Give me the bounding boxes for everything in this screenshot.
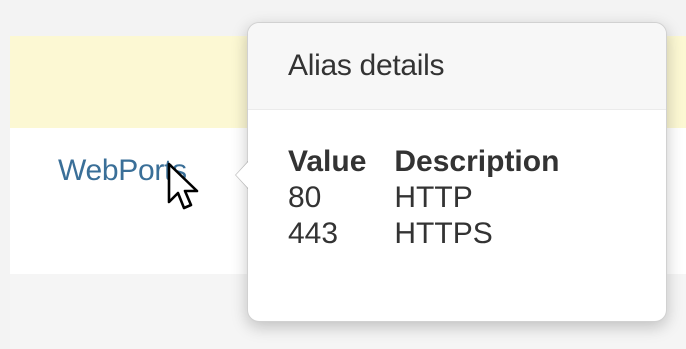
column-header-description: Description [394,145,560,178]
column-header-value: Value [288,145,367,178]
table-header-row: Value Description [288,144,559,180]
cell-value: 80 [288,181,322,214]
table-row: 443 HTTPS [288,216,559,252]
alias-details-table: Value Description 80 HTTP 443 HTTPS [288,144,559,252]
cell-description: HTTP [394,181,473,214]
alias-link[interactable]: WebPorts [58,154,187,188]
cell-description: HTTPS [394,217,493,250]
popover-title: Alias details [248,23,666,110]
alias-details-popover: Alias details Value Description 80 HTTP … [235,22,667,322]
popover-arrow [235,161,248,189]
table-row: 80 HTTP [288,180,559,216]
cell-value: 443 [288,217,339,250]
